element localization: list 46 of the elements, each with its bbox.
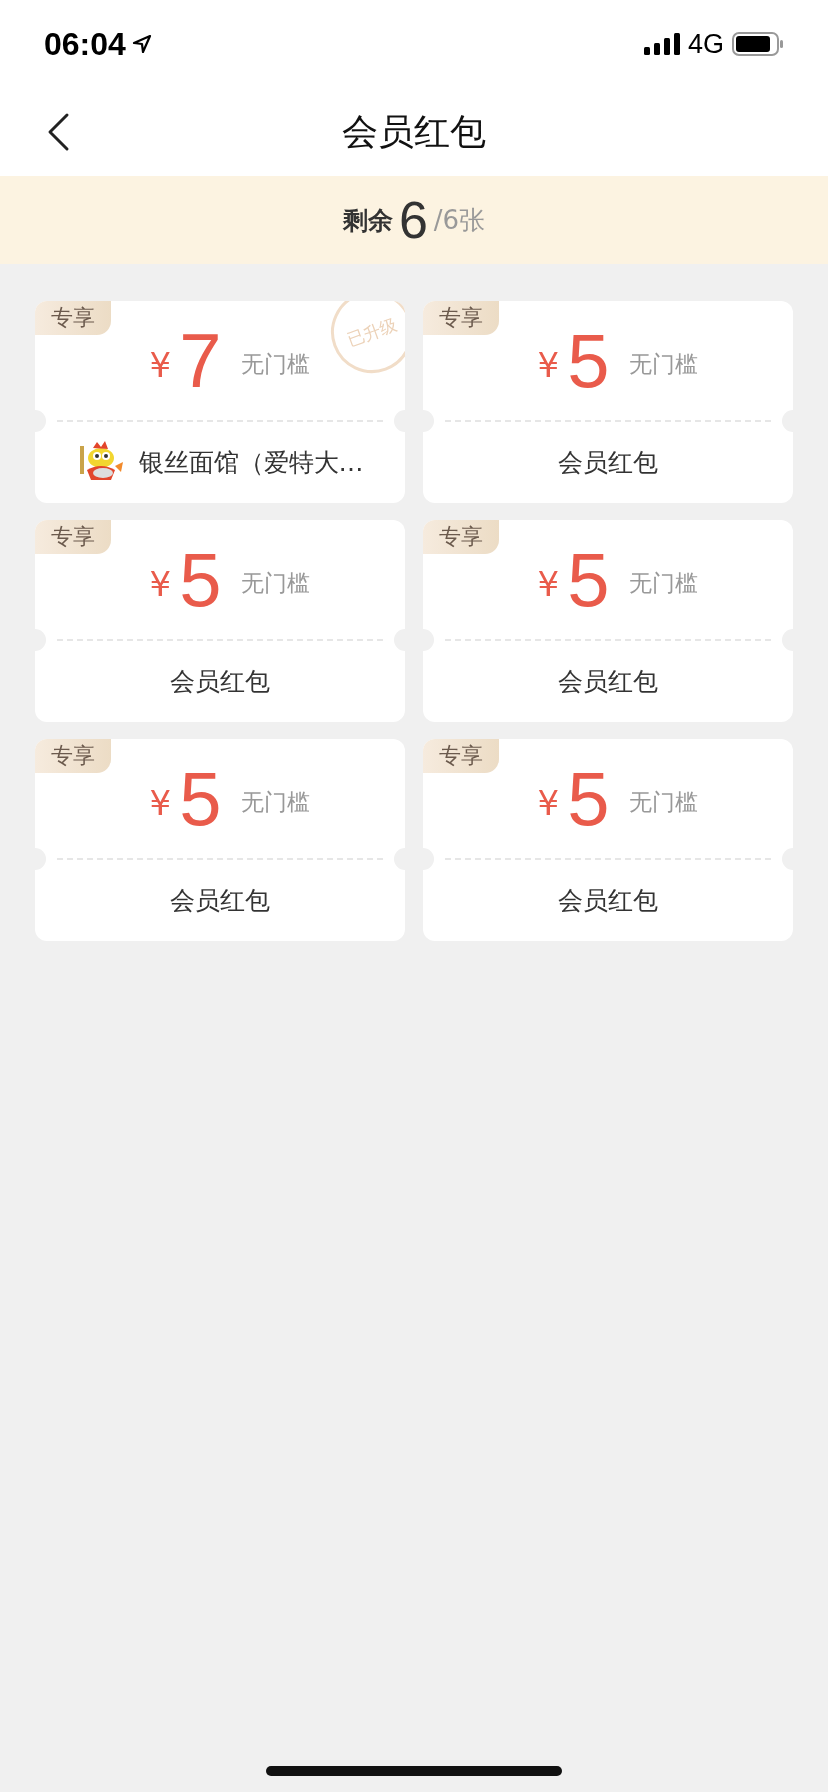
coupon-card[interactable]: 专享 ¥5 无门槛 会员红包 (423, 301, 793, 503)
currency-sign: ¥ (149, 345, 172, 385)
coupon-name: 会员红包 (170, 884, 270, 917)
coupon-card[interactable]: 专享 ¥5 无门槛 会员红包 (35, 520, 405, 722)
exclusive-tag: 专享 (35, 520, 111, 554)
battery-icon (732, 32, 784, 56)
location-arrow-icon (131, 34, 152, 54)
signal-icon (643, 33, 680, 55)
back-icon[interactable] (46, 112, 70, 152)
exclusive-tag: 专享 (35, 301, 111, 335)
coupon-name: 银丝面馆（爱特大… (138, 446, 364, 479)
coupon-amount: 5 (567, 323, 610, 399)
currency-sign: ¥ (149, 564, 172, 604)
exclusive-tag: 专享 (423, 739, 499, 773)
coupon-card[interactable]: 专享 已升级 ¥7 无门槛 银丝面馆（爱特大… (35, 301, 405, 503)
coupon-condition: 无门槛 (629, 349, 699, 379)
coupon-condition: 无门槛 (241, 568, 311, 598)
coupon-name: 会员红包 (170, 665, 270, 698)
coupon-condition: 无门槛 (241, 787, 311, 817)
currency-sign: ¥ (149, 783, 172, 823)
currency-sign: ¥ (537, 564, 560, 604)
remaining-count: 6 (398, 190, 428, 250)
coupon-card[interactable]: 专享 ¥5 无门槛 会员红包 (423, 520, 793, 722)
coupon-amount: 5 (179, 761, 222, 837)
coupon-name: 会员红包 (558, 884, 658, 917)
coupon-amount: 5 (567, 761, 610, 837)
exclusive-tag: 专享 (423, 520, 499, 554)
exclusive-tag: 专享 (423, 301, 499, 335)
coupon-amount: 5 (179, 542, 222, 618)
coupon-name: 会员红包 (558, 446, 658, 479)
coupon-condition: 无门槛 (241, 349, 311, 379)
currency-sign: ¥ (537, 345, 560, 385)
coupon-condition: 无门槛 (629, 787, 699, 817)
coupon-amount: 5 (567, 542, 610, 618)
coupon-card[interactable]: 专享 ¥5 无门槛 会员红包 (423, 739, 793, 941)
coupon-amount: 7 (179, 323, 222, 399)
currency-sign: ¥ (537, 783, 560, 823)
coupon-card[interactable]: 专享 ¥5 无门槛 会员红包 (35, 739, 405, 941)
total-count: /6张 (433, 203, 486, 237)
network-label: 4G (687, 28, 724, 60)
remaining-label: 剩余 (342, 204, 393, 237)
coupon-name: 会员红包 (558, 665, 658, 698)
exclusive-tag: 专享 (35, 739, 111, 773)
status-time: 06:04 (44, 25, 126, 63)
coupon-condition: 无门槛 (629, 568, 699, 598)
page-title: 会员红包 (342, 109, 486, 154)
